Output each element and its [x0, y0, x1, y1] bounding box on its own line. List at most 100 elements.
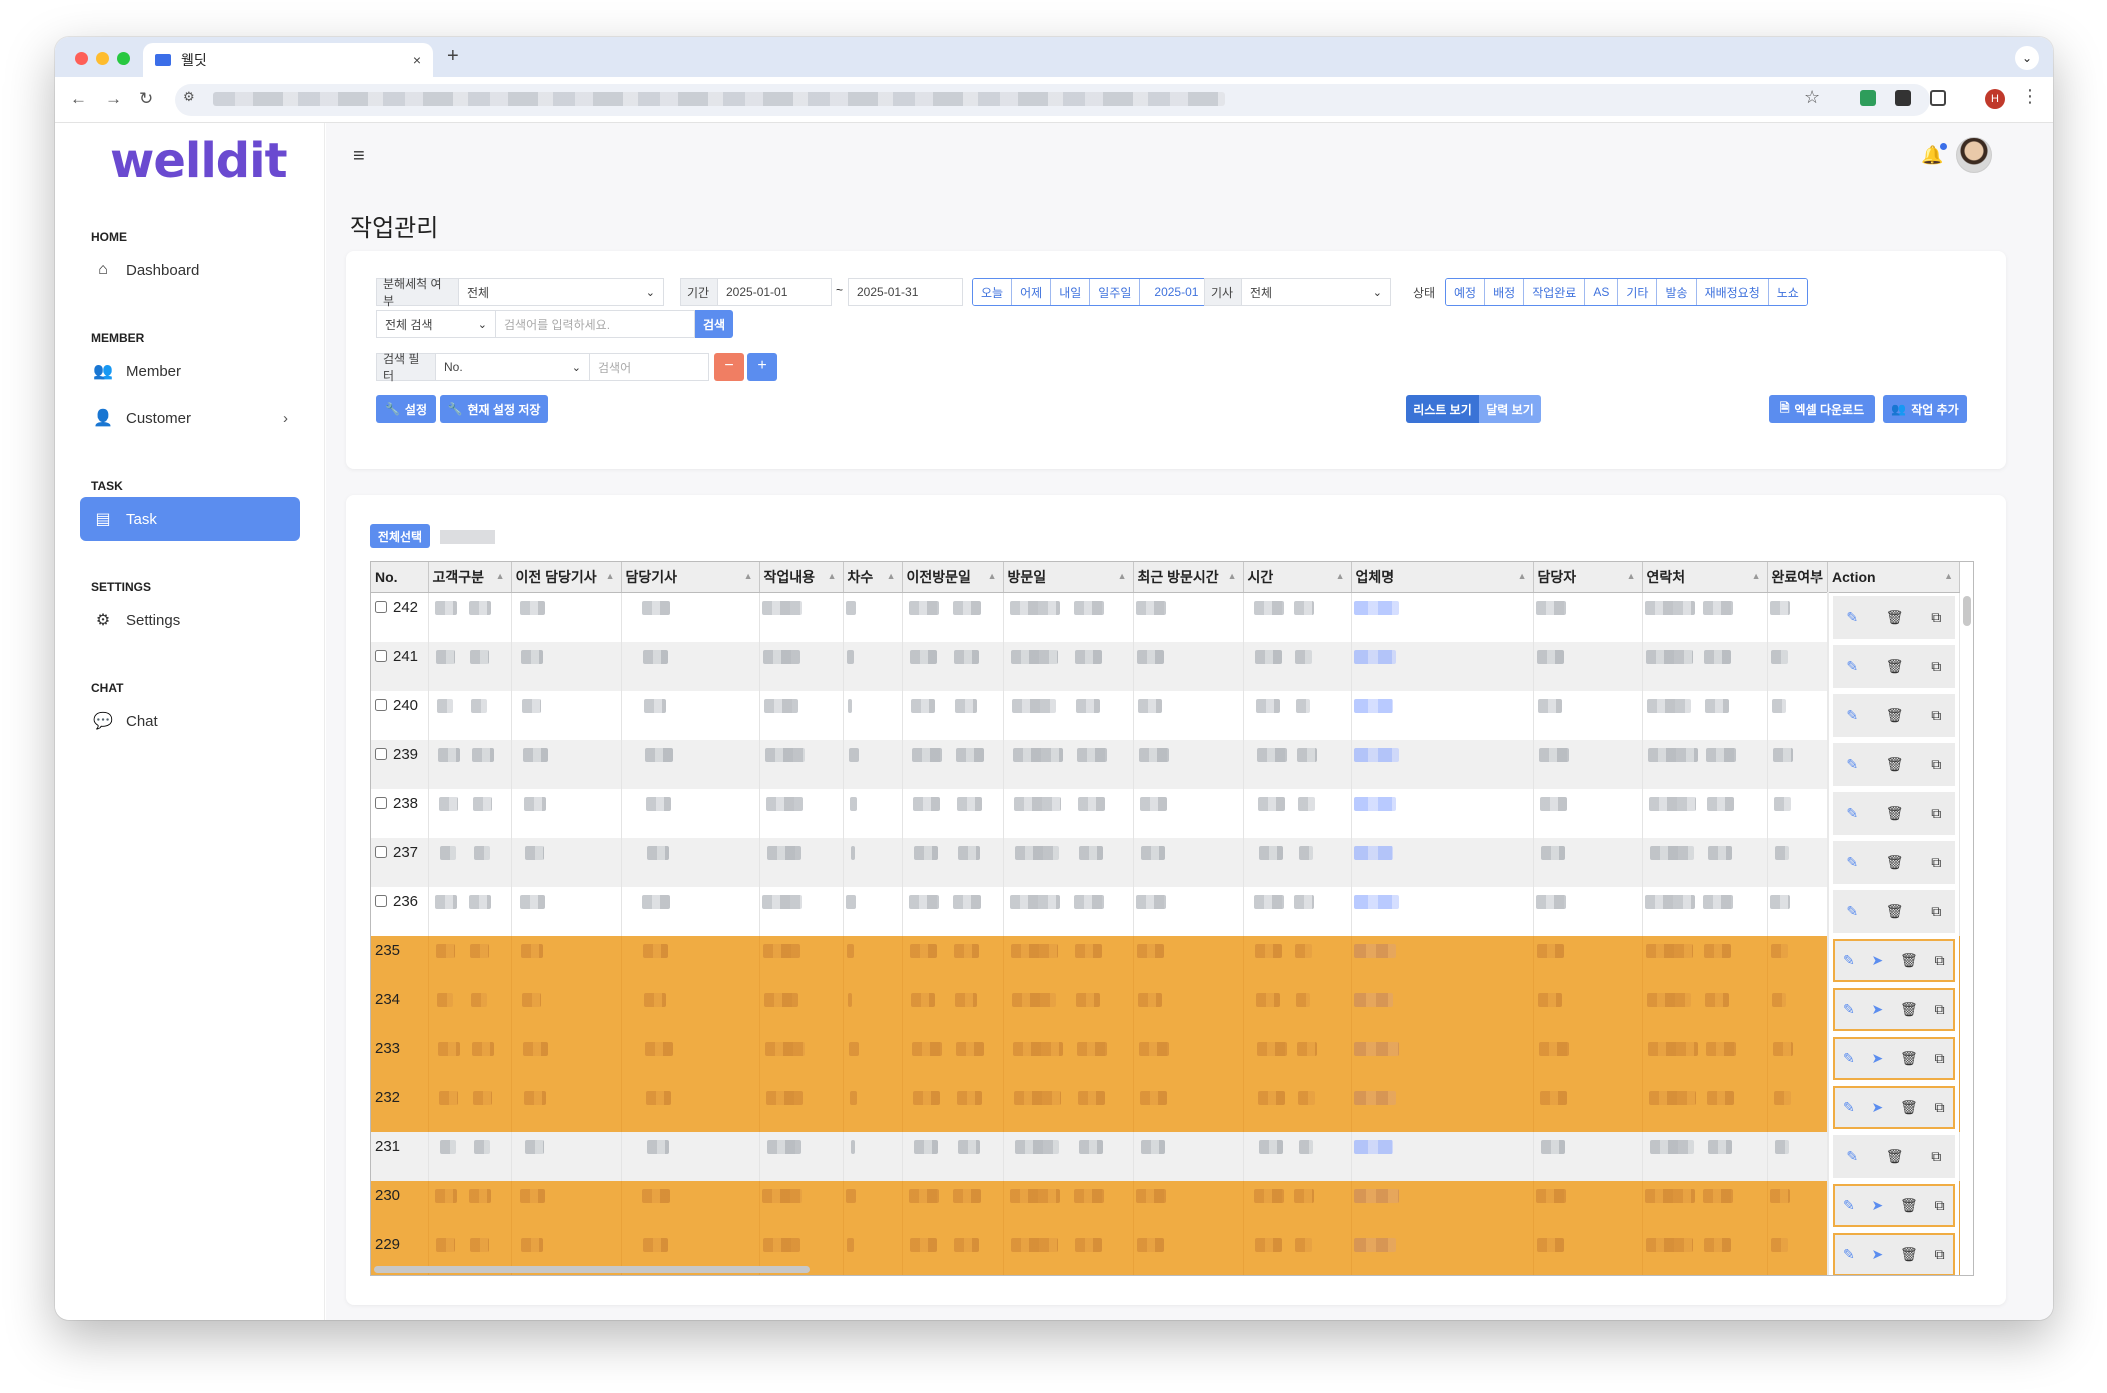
remove-filter-button[interactable]: −: [714, 353, 744, 381]
add-filter-button[interactable]: +: [747, 353, 777, 381]
search-scope-select[interactable]: 전체 검색 ⌄: [376, 310, 496, 338]
column-header[interactable]: 최근 방문시간 ▲: [1133, 562, 1244, 593]
logo[interactable]: welldit: [110, 133, 288, 189]
date-to-input[interactable]: 2025-01-31: [848, 278, 963, 306]
calendar-view-button[interactable]: 달력 보기: [1479, 395, 1541, 423]
sort-icon[interactable]: ▲: [496, 571, 505, 581]
search-button[interactable]: 검색: [695, 310, 733, 338]
trash-icon[interactable]: 🗑: [1886, 1148, 1904, 1165]
edit-icon[interactable]: ✎: [1846, 854, 1858, 871]
duplicate-icon[interactable]: ⧉: [1935, 1001, 1945, 1018]
sidebar-item-task[interactable]: ▤ Task: [80, 497, 300, 541]
trash-icon[interactable]: 🗑: [1900, 952, 1918, 969]
sidebar-item-settings[interactable]: ⚙ Settings: [80, 598, 300, 642]
extension-vue-icon[interactable]: [1860, 90, 1876, 106]
duplicate-icon[interactable]: ⧉: [1931, 609, 1941, 626]
column-header[interactable]: 시간 ▲: [1243, 562, 1352, 593]
column-header[interactable]: 차수 ▲: [843, 562, 903, 593]
quick-date-tomorrow[interactable]: 내일: [1051, 279, 1091, 305]
sort-icon[interactable]: ▲: [744, 571, 753, 581]
trash-icon[interactable]: 🗑: [1900, 1050, 1918, 1067]
edit-icon[interactable]: ✎: [1843, 952, 1855, 969]
user-avatar[interactable]: [1956, 137, 1992, 173]
status-scheduled[interactable]: 예정: [1446, 279, 1486, 305]
add-task-button[interactable]: 👥 작업 추가: [1883, 395, 1967, 423]
table-row[interactable]: 241 ✎ 🗑 ⧉: [371, 641, 1961, 691]
sort-icon[interactable]: ▲: [828, 571, 837, 581]
status-as[interactable]: AS: [1585, 279, 1619, 305]
sort-icon[interactable]: ▲: [1752, 571, 1761, 581]
minimize-window-button[interactable]: [96, 52, 109, 65]
table-row[interactable]: 231 ✎ 🗑 ⧉: [371, 1131, 1961, 1181]
browser-menu-icon[interactable]: ⋮: [2021, 86, 2039, 107]
duplicate-icon[interactable]: ⧉: [1931, 756, 1941, 773]
status-noshow[interactable]: 노쇼: [1768, 279, 1807, 305]
sidebar-item-customer[interactable]: 👤 Customer ›: [80, 396, 300, 440]
send-icon[interactable]: ➤: [1871, 952, 1883, 969]
installation-select[interactable]: 전체 ⌄: [458, 278, 664, 306]
send-icon[interactable]: ➤: [1871, 1246, 1883, 1263]
row-checkbox[interactable]: [375, 649, 387, 662]
table-row[interactable]: 233 ✎ ➤ 🗑 ⧉: [371, 1033, 1961, 1083]
send-icon[interactable]: ➤: [1871, 1099, 1883, 1116]
trash-icon[interactable]: 🗑: [1886, 805, 1904, 822]
sidebar-item-chat[interactable]: 💬 Chat: [80, 699, 300, 743]
sort-icon[interactable]: ▲: [1812, 571, 1821, 581]
close-tab-icon[interactable]: ×: [413, 52, 421, 68]
row-checkbox[interactable]: [375, 796, 387, 809]
notification-bell-icon[interactable]: 🔔: [1921, 143, 1948, 166]
filter-field-select[interactable]: No. ⌄: [435, 353, 590, 381]
row-checkbox[interactable]: [375, 894, 387, 907]
sort-icon[interactable]: ▲: [1118, 571, 1127, 581]
quick-date-yesterday[interactable]: 어제: [1012, 279, 1052, 305]
column-header[interactable]: No.: [371, 562, 429, 593]
horizontal-scrollbar[interactable]: [374, 1266, 810, 1273]
back-icon[interactable]: ←: [70, 89, 87, 109]
search-input[interactable]: 검색어를 입력하세요.: [495, 310, 695, 338]
edit-icon[interactable]: ✎: [1846, 903, 1858, 920]
trash-icon[interactable]: 🗑: [1900, 1001, 1918, 1018]
column-header[interactable]: 이전방문일 ▲: [902, 562, 1004, 593]
table-row[interactable]: 237 ✎ 🗑 ⧉: [371, 837, 1961, 887]
edit-icon[interactable]: ✎: [1846, 707, 1858, 724]
table-row[interactable]: 238 ✎ 🗑 ⧉: [371, 788, 1961, 838]
table-row[interactable]: 230 ✎ ➤ 🗑 ⧉: [371, 1180, 1961, 1230]
technician-select[interactable]: 전체 ⌄: [1241, 278, 1391, 306]
sidebar-item-dashboard[interactable]: ⌂ Dashboard: [80, 248, 300, 292]
sidebar-item-member[interactable]: 👥 Member: [80, 349, 300, 393]
status-etc[interactable]: 기타: [1618, 279, 1658, 305]
edit-icon[interactable]: ✎: [1846, 1148, 1858, 1165]
tab-search-icon[interactable]: ⌄: [2015, 46, 2039, 70]
column-header[interactable]: 고객구분 ▲: [428, 562, 512, 593]
quick-date-week[interactable]: 일주일: [1090, 279, 1141, 305]
trash-icon[interactable]: 🗑: [1900, 1099, 1918, 1116]
column-header[interactable]: 완료여부 ▲: [1767, 562, 1829, 593]
trash-icon[interactable]: 🗑: [1886, 658, 1904, 675]
sort-icon[interactable]: ▲: [606, 571, 615, 581]
extension-shield-icon[interactable]: [1895, 90, 1911, 106]
duplicate-icon[interactable]: ⧉: [1935, 1050, 1945, 1067]
status-reassign-request[interactable]: 재배정요청: [1696, 279, 1769, 305]
duplicate-icon[interactable]: ⧉: [1935, 1246, 1945, 1263]
duplicate-icon[interactable]: ⧉: [1931, 805, 1941, 822]
edit-icon[interactable]: ✎: [1846, 805, 1858, 822]
table-row[interactable]: 234 ✎ ➤ 🗑 ⧉: [371, 984, 1961, 1034]
duplicate-icon[interactable]: ⧉: [1931, 707, 1941, 724]
row-checkbox[interactable]: [375, 747, 387, 760]
send-icon[interactable]: ➤: [1871, 1050, 1883, 1067]
select-all-button[interactable]: 전체선택: [370, 524, 430, 548]
sort-icon[interactable]: ▲: [1944, 571, 1953, 581]
status-assigned[interactable]: 배정: [1485, 279, 1525, 305]
sort-icon[interactable]: ▲: [1228, 571, 1237, 581]
column-header[interactable]: Action ▲: [1827, 562, 1961, 593]
column-header[interactable]: 담당기사 ▲: [621, 562, 760, 593]
settings-button[interactable]: 🔧 설정: [376, 395, 436, 423]
duplicate-icon[interactable]: ⧉: [1931, 903, 1941, 920]
column-header[interactable]: 담당자 ▲: [1533, 562, 1643, 593]
vertical-scrollbar[interactable]: [1963, 596, 1971, 626]
row-checkbox[interactable]: [375, 600, 387, 613]
duplicate-icon[interactable]: ⧉: [1935, 952, 1945, 969]
sort-icon[interactable]: ▲: [1336, 571, 1345, 581]
duplicate-icon[interactable]: ⧉: [1931, 1148, 1941, 1165]
edit-icon[interactable]: ✎: [1846, 756, 1858, 773]
